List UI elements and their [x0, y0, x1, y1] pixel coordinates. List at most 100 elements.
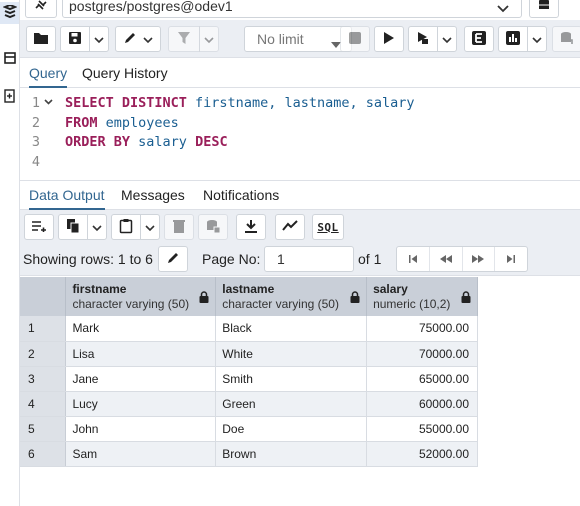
- sql-editor[interactable]: 1 SELECT DISTINCT firstname, lastname, s…: [20, 89, 580, 179]
- open-file-button[interactable]: [26, 26, 56, 52]
- execute-button[interactable]: [374, 26, 404, 52]
- cell-salary[interactable]: 60000.00: [366, 391, 478, 417]
- cell-lastname[interactable]: Smith: [215, 366, 368, 392]
- row-number[interactable]: 5: [20, 416, 67, 442]
- cell-salary[interactable]: 55000.00: [366, 416, 478, 442]
- save-icon: [68, 31, 82, 48]
- add-row-button[interactable]: [24, 214, 54, 240]
- edit-options-button[interactable]: [115, 26, 161, 52]
- copy-options-dropdown[interactable]: [87, 214, 107, 240]
- sql-label: SQL: [317, 220, 339, 234]
- cell-firstname[interactable]: Sam: [65, 441, 217, 467]
- delete-row-button[interactable]: [164, 214, 194, 240]
- tab-messages[interactable]: Messages: [121, 181, 185, 210]
- download-button[interactable]: [236, 214, 266, 240]
- macros-button[interactable]: [552, 26, 580, 52]
- row-number[interactable]: 3: [20, 366, 67, 392]
- sql-button[interactable]: SQL: [312, 214, 344, 240]
- chevron-down-icon: [497, 0, 509, 16]
- editor-line: 3 ORDER BY salary DESC: [20, 132, 580, 152]
- left-strip: [0, 0, 20, 506]
- stop-icon: [349, 31, 361, 47]
- fold-chevron-icon[interactable]: [44, 93, 53, 113]
- cell-firstname[interactable]: John: [65, 416, 217, 442]
- chart-icon: [506, 30, 520, 48]
- paste-icon: [119, 218, 133, 237]
- code-text: ORDER BY salary DESC: [65, 134, 228, 150]
- pager-controls: [396, 246, 528, 272]
- first-page-icon[interactable]: [397, 247, 430, 271]
- connection-name: postgres/postgres@odev1: [69, 0, 233, 14]
- chevron-down-icon: [145, 219, 155, 235]
- explain-options-dropdown[interactable]: [437, 26, 457, 52]
- chevron-down-icon: [92, 219, 102, 235]
- chevron-down-icon: [143, 31, 153, 47]
- cell-lastname[interactable]: Green: [215, 391, 368, 417]
- paste-button[interactable]: [111, 214, 141, 240]
- next-page-icon[interactable]: [463, 247, 496, 271]
- graph-options-dropdown[interactable]: [527, 26, 547, 52]
- cell-salary[interactable]: 52000.00: [366, 441, 478, 467]
- cell-salary[interactable]: 65000.00: [366, 366, 478, 392]
- cell-salary[interactable]: 75000.00: [366, 316, 478, 342]
- row-number[interactable]: 4: [20, 391, 67, 417]
- paste-options-dropdown[interactable]: [140, 214, 160, 240]
- cell-firstname[interactable]: Lucy: [65, 391, 217, 417]
- row-number[interactable]: 1: [20, 316, 67, 342]
- graph-button[interactable]: [275, 214, 305, 240]
- code-text: FROM employees: [65, 114, 179, 131]
- database-stack-icon[interactable]: [0, 2, 19, 24]
- explain-button[interactable]: [408, 26, 438, 52]
- cell-lastname[interactable]: Brown: [215, 441, 368, 467]
- column-header-lastname[interactable]: lastname character varying (50): [215, 277, 368, 316]
- column-header-salary[interactable]: salary numeric (10,2): [366, 277, 478, 316]
- lock-icon: [461, 291, 471, 306]
- tab-query-history[interactable]: Query History: [82, 58, 168, 88]
- row-number[interactable]: 6: [20, 441, 67, 467]
- row-limit-value: No limit: [257, 31, 304, 47]
- connection-status-button[interactable]: [25, 0, 57, 18]
- result-grid: firstname character varying (50) lastnam…: [20, 277, 478, 467]
- line-number: 3: [31, 134, 40, 150]
- tab-query[interactable]: Query: [29, 58, 68, 88]
- column-name: lastname: [222, 282, 275, 296]
- column-type: character varying (50): [222, 297, 339, 311]
- save-options-dropdown[interactable]: [89, 26, 109, 52]
- database-icon: [537, 0, 551, 15]
- explain-analyze-button[interactable]: [464, 26, 494, 52]
- editor-line: 1 SELECT DISTINCT firstname, lastname, s…: [20, 93, 580, 113]
- row-number[interactable]: 2: [20, 341, 67, 367]
- row-limit-select[interactable]: No limit: [244, 26, 352, 52]
- page-number-input[interactable]: 1: [264, 246, 354, 272]
- tab-notifications[interactable]: Notifications: [203, 181, 279, 210]
- cell-firstname[interactable]: Lisa: [65, 341, 217, 367]
- cell-lastname[interactable]: Doe: [215, 416, 368, 442]
- tab-data-output[interactable]: Data Output: [29, 181, 105, 210]
- filter-options-dropdown[interactable]: [199, 26, 219, 52]
- cell-firstname[interactable]: Jane: [65, 366, 217, 392]
- new-connection-button[interactable]: [529, 0, 559, 18]
- data-output-toolbar: SQL Showing rows: 1 to 6 Page No: 1 of 1: [20, 210, 580, 276]
- cell-salary[interactable]: 70000.00: [366, 341, 478, 367]
- filter-button[interactable]: [168, 26, 200, 52]
- column-type: character varying (50): [72, 297, 190, 311]
- last-page-icon[interactable]: [495, 247, 527, 271]
- previous-page-icon[interactable]: [430, 247, 463, 271]
- copy-button[interactable]: [58, 214, 88, 240]
- graph-visualiser-button[interactable]: [498, 26, 528, 52]
- save-data-button[interactable]: [198, 214, 228, 240]
- delete-icon: [173, 219, 185, 236]
- connection-select[interactable]: postgres/postgres@odev1: [62, 0, 522, 18]
- select-all-cell[interactable]: [20, 277, 67, 316]
- table-row: 4 Lucy Green 60000.00: [20, 391, 478, 417]
- cell-firstname[interactable]: Mark: [65, 316, 217, 342]
- edit-rows-button[interactable]: [158, 246, 188, 272]
- cell-lastname[interactable]: Black: [215, 316, 368, 342]
- save-button[interactable]: [60, 26, 90, 52]
- editor-line: 2 FROM employees: [20, 113, 580, 133]
- column-header-firstname[interactable]: firstname character varying (50): [65, 277, 217, 316]
- plus-document-icon[interactable]: [0, 85, 19, 107]
- table-icon[interactable]: [0, 47, 19, 69]
- cell-lastname[interactable]: White: [215, 341, 368, 367]
- stop-query-button[interactable]: [340, 26, 370, 52]
